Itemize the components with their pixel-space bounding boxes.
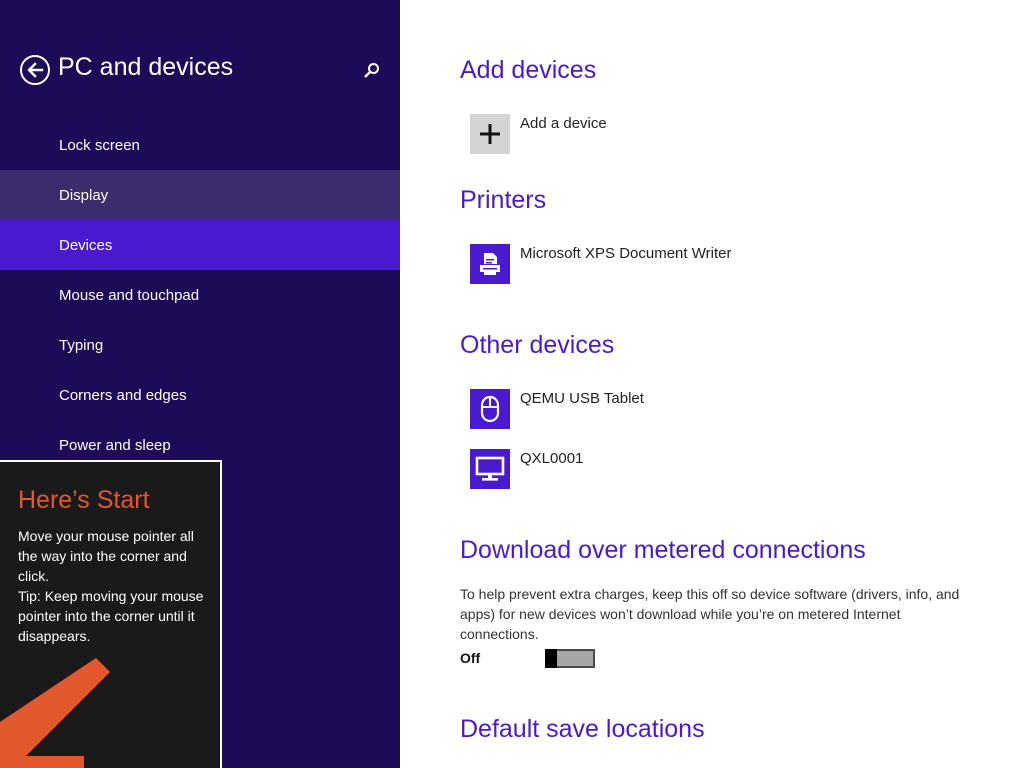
corner-arrow-icon	[0, 656, 110, 768]
nav-item-typing[interactable]: Typing	[0, 320, 400, 370]
add-device-button[interactable]: Add a device	[470, 114, 890, 156]
nav-item-label: Mouse and touchpad	[59, 286, 200, 304]
nav-item-label: Corners and edges	[59, 386, 187, 404]
section-title-other-devices: Other devices	[460, 331, 615, 359]
content-pane: Add devices Add a device Printers Micros…	[400, 0, 1024, 768]
nav-item-label: Lock screen	[59, 136, 140, 154]
nav-item-lock-screen[interactable]: Lock screen	[0, 120, 400, 170]
tip-title: Here’s Start	[18, 486, 150, 514]
tip-text: Move your mouse pointer all the way into…	[18, 526, 208, 646]
monitor-icon	[475, 456, 505, 481]
start-tip: Here’s Start Move your mouse pointer all…	[0, 460, 222, 768]
device-item-xps-writer[interactable]: Microsoft XPS Document Writer	[470, 244, 890, 286]
mouse-icon	[480, 395, 500, 423]
metered-toggle[interactable]	[545, 649, 595, 668]
device-item-qxl0001[interactable]: QXL0001	[470, 449, 890, 491]
tip-instruction: Move your mouse pointer all the way into…	[18, 528, 194, 584]
nav-item-label: Typing	[59, 336, 104, 354]
add-device-tile	[470, 114, 510, 154]
tip-hint: Tip: Keep moving your mouse pointer into…	[18, 588, 204, 644]
page-title: PC and devices	[58, 53, 234, 81]
nav-list: Lock screen Display Devices Mouse and to…	[0, 120, 400, 470]
nav-item-devices[interactable]: Devices	[0, 220, 400, 270]
search-button[interactable]	[362, 60, 382, 80]
printer-tile	[470, 244, 510, 284]
toggle-state-label: Off	[460, 650, 481, 666]
toggle-thumb	[545, 649, 557, 668]
section-title-printers: Printers	[460, 186, 547, 214]
nav-item-corners-and-edges[interactable]: Corners and edges	[0, 370, 400, 420]
nav-item-mouse-and-touchpad[interactable]: Mouse and touchpad	[0, 270, 400, 320]
device-label: QEMU USB Tablet	[520, 390, 644, 407]
device-label: QXL0001	[520, 450, 584, 467]
printer-icon	[480, 253, 500, 275]
monitor-tile	[470, 449, 510, 489]
search-icon	[364, 63, 379, 78]
device-label: Microsoft XPS Document Writer	[520, 245, 732, 262]
nav-item-label: Devices	[59, 236, 113, 254]
nav-item-display[interactable]: Display	[0, 170, 400, 220]
back-button[interactable]	[20, 55, 50, 85]
section-title-save-locations: Default save locations	[460, 715, 705, 743]
plus-icon	[480, 124, 500, 144]
mouse-tile	[470, 389, 510, 429]
nav-header: PC and devices	[20, 53, 382, 87]
section-title-metered: Download over metered connections	[460, 536, 866, 564]
nav-item-label: Power and sleep	[59, 436, 171, 454]
back-arrow-icon	[27, 62, 44, 78]
device-item-qemu-usb-tablet[interactable]: QEMU USB Tablet	[470, 389, 890, 431]
metered-description: To help prevent extra charges, keep this…	[460, 586, 960, 642]
nav-item-label: Display	[59, 186, 109, 204]
section-title-add-devices: Add devices	[460, 56, 597, 84]
add-device-label: Add a device	[520, 115, 607, 132]
